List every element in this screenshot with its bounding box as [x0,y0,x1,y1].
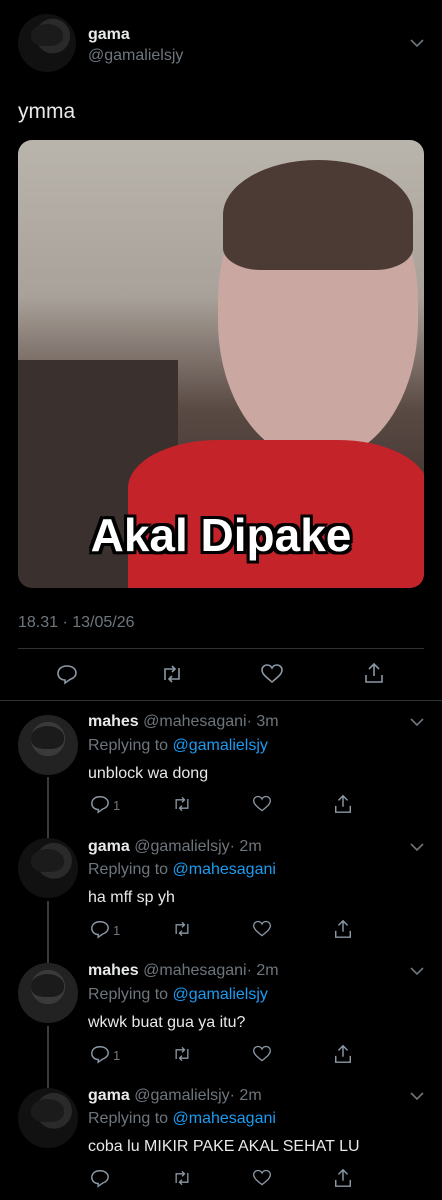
chevron-down-icon[interactable] [410,1091,424,1101]
reply-count: 1 [113,1048,121,1063]
tweet-media[interactable]: Akal Dipake [18,140,424,588]
replying-to-handle[interactable]: @gamalielsjy [173,986,268,1003]
reply-avatar[interactable] [18,963,78,1023]
reply-author-name[interactable]: mahes [88,962,139,979]
chevron-down-icon[interactable] [410,966,424,976]
reply-count: 1 [113,798,121,813]
reply-time: · 3m [246,713,279,730]
reply-author-handle[interactable]: @mahesagani [143,713,246,730]
chevron-down-icon[interactable] [410,717,424,727]
reply-text: unblock wa dong [88,765,209,782]
tweet-timestamp[interactable]: 18.31 · 13/05/26 [18,614,135,632]
author-avatar[interactable] [18,14,76,72]
like-icon[interactable] [252,919,272,939]
chevron-down-icon[interactable] [410,842,424,852]
reply-header: mahes @mahesagani· 3m [88,713,279,731]
share-icon[interactable] [333,918,353,940]
reply-icon[interactable] [90,794,110,814]
replying-to-handle[interactable]: @mahesagani [173,1110,276,1127]
reply-author-handle[interactable]: @mahesagani [143,962,246,979]
reply-author-name[interactable]: gama [88,838,130,855]
share-icon[interactable] [333,1167,353,1189]
replying-to: Replying to @mahesagani [88,861,276,879]
share-icon[interactable] [333,793,353,815]
reply-author-handle[interactable]: @gamalielsjy [134,838,229,855]
media-person-hair [223,160,413,270]
tweet-text: ymma [18,100,76,123]
divider [0,700,442,701]
like-icon[interactable] [252,1168,272,1188]
divider [18,648,424,649]
replying-to: Replying to @mahesagani [88,1110,276,1128]
thread-line [47,901,49,963]
replying-to: Replying to @gamalielsjy [88,986,268,1004]
reply-author-handle[interactable]: @gamalielsjy [134,1087,229,1104]
like-icon[interactable] [252,794,272,814]
replying-to-label: Replying to [88,986,169,1003]
share-icon[interactable] [363,661,385,685]
replying-to-label: Replying to [88,861,169,878]
retweet-icon[interactable] [172,1168,192,1188]
thread-line [47,1026,49,1088]
reply-icon[interactable] [90,1168,110,1188]
reply-avatar[interactable] [18,1088,78,1148]
reply-text: ha mff sp yh [88,889,175,906]
chevron-down-icon[interactable] [410,38,424,48]
retweet-icon[interactable] [172,919,192,939]
reply-header: gama @gamalielsjy· 2m [88,838,262,856]
reply-icon[interactable] [56,663,78,685]
author-name[interactable]: gama [88,26,130,44]
reply-icon[interactable] [90,1044,110,1064]
retweet-icon[interactable] [172,794,192,814]
media-caption: Akal Dipake [90,509,352,561]
reply-icon[interactable] [90,919,110,939]
reply-time: · 2m [246,962,279,979]
replying-to-handle[interactable]: @gamalielsjy [173,737,268,754]
reply-author-name[interactable]: gama [88,1087,130,1104]
replying-to: Replying to @gamalielsjy [88,737,268,755]
reply-header: gama @gamalielsjy· 2m [88,1087,262,1105]
replying-to-label: Replying to [88,1110,169,1127]
reply-text: coba lu MIKIR PAKE AKAL SEHAT LU [88,1138,360,1155]
replying-to-label: Replying to [88,737,169,754]
thread-line [47,777,49,839]
reply-time: · 2m [229,1087,262,1104]
reply-count: 1 [113,923,121,938]
reply-text: wkwk buat gua ya itu? [88,1014,246,1031]
reply-author-name[interactable]: mahes [88,713,139,730]
reply-avatar[interactable] [18,838,78,898]
like-icon[interactable] [252,1044,272,1064]
author-handle[interactable]: @gamalielsjy [88,47,183,65]
reply-header: mahes @mahesagani· 2m [88,962,279,980]
replying-to-handle[interactable]: @mahesagani [173,861,276,878]
retweet-icon[interactable] [172,1044,192,1064]
reply-time: · 2m [229,838,262,855]
reply-avatar[interactable] [18,715,78,775]
share-icon[interactable] [333,1043,353,1065]
like-icon[interactable] [260,663,284,685]
retweet-icon[interactable] [160,663,184,685]
